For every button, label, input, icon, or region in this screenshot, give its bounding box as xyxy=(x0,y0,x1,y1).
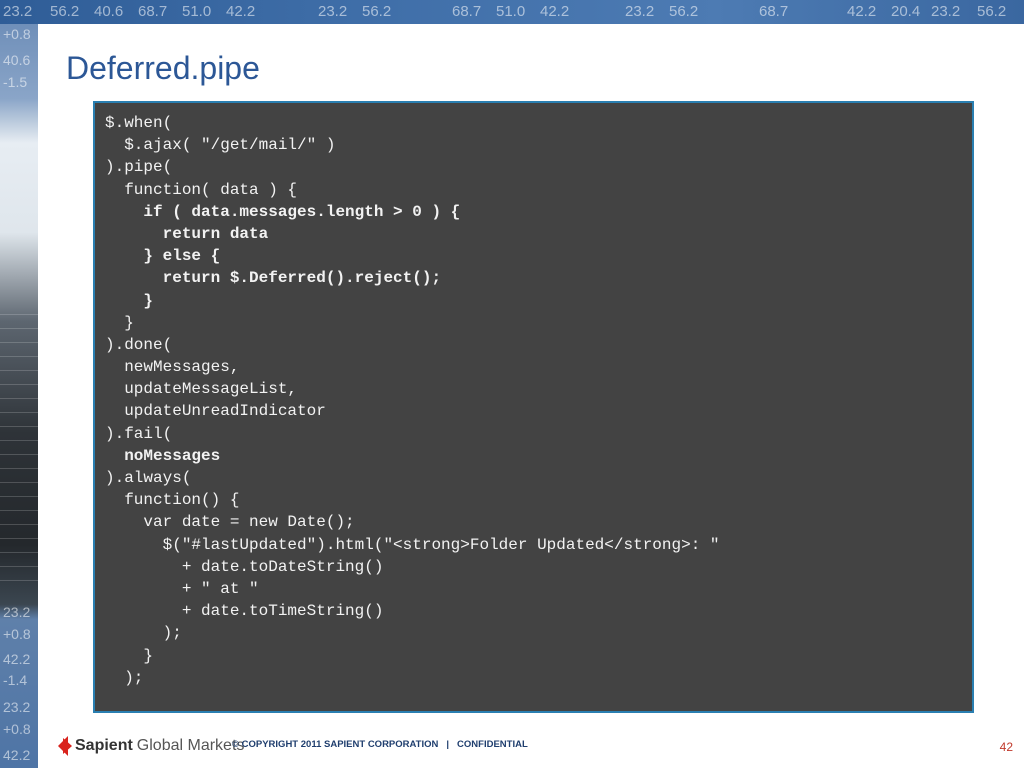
code-line: ); xyxy=(105,624,182,643)
code-line: ).fail( xyxy=(105,424,173,443)
code-line: $.ajax( "/get/mail/" ) xyxy=(105,136,336,155)
code-line: return data xyxy=(105,224,269,243)
building-window-line xyxy=(0,398,38,399)
ticker-value: 23.2 xyxy=(3,3,33,20)
footer-separator: | xyxy=(446,739,450,750)
building-window-line xyxy=(0,538,38,539)
slide-title: Deferred.pipe xyxy=(66,50,260,86)
code-line: } else { xyxy=(105,247,221,266)
confidential-text: CONFIDENTIAL xyxy=(457,739,528,750)
ticker-value: 56.2 xyxy=(50,3,80,20)
building-window-line xyxy=(0,370,38,371)
ticker-value: +0.8 xyxy=(3,26,31,42)
ticker-value: 23.2 xyxy=(625,3,655,20)
code-line: $.when( xyxy=(105,114,173,132)
building-window-line xyxy=(0,314,38,315)
building-window-line xyxy=(0,356,38,357)
building-window-line xyxy=(0,524,38,525)
ticker-value: 68.7 xyxy=(759,3,789,20)
ticker-value: 40.6 xyxy=(94,3,124,20)
sapient-logo-icon xyxy=(58,734,72,758)
page-number: 42 xyxy=(999,740,1013,754)
ticker-value: 42.2 xyxy=(3,747,31,763)
code-line: ); xyxy=(105,668,144,687)
ticker-value: 20.4 xyxy=(891,3,921,20)
building-window-line xyxy=(0,482,38,483)
ticker-value: 56.2 xyxy=(362,3,392,20)
code-line: + date.toDateString() xyxy=(105,557,384,576)
code-line: updateUnreadIndicator xyxy=(105,402,326,421)
code-line: noMessages xyxy=(105,446,221,465)
code-line: + " at " xyxy=(105,579,259,598)
code-line: return $.Deferred().reject(); xyxy=(105,269,442,288)
building-window-line xyxy=(0,384,38,385)
ticker-value: 56.2 xyxy=(669,3,699,20)
ticker-band-top: 23.2 56.2 40.6 68.7 51.0 42.2 23.2 56.2 68.7 51.0… xyxy=(0,0,1024,24)
code-line: $("#lastUpdated").html("<strong>Folder U… xyxy=(105,535,720,554)
code-line: ).done( xyxy=(105,335,173,354)
ticker-value: 68.7 xyxy=(452,3,482,20)
building-window-line xyxy=(0,496,38,497)
code-line: var date = new Date(); xyxy=(105,513,355,532)
code-block: $.when( $.ajax( "/get/mail/" ) ).pipe( fu… xyxy=(93,101,974,713)
ticker-value: 42.2 xyxy=(847,3,877,20)
building-window-line xyxy=(0,510,38,511)
ticker-value: -1.4 xyxy=(3,672,28,688)
code-line: function( data ) { xyxy=(105,180,298,199)
ticker-value: -1.5 xyxy=(3,74,28,90)
ticker-value: 68.7 xyxy=(138,3,168,20)
copyright-text: © COPYRIGHT 2011 SAPIENT CORPORATION xyxy=(232,739,439,750)
code-line: } xyxy=(105,291,154,310)
footer-copyright: © COPYRIGHT 2011 SAPIENT CORPORATION | CON… xyxy=(232,739,528,750)
sapient-logo: Sapient Global Markets xyxy=(58,733,244,759)
ticker-value: 42.2 xyxy=(3,651,31,667)
logo-secondary-text: Global Markets xyxy=(136,737,245,754)
building-window-line xyxy=(0,552,38,553)
building-window-line xyxy=(0,440,38,441)
building-window-line xyxy=(0,328,38,329)
building-window-line xyxy=(0,468,38,469)
ticker-value: +0.8 xyxy=(3,721,31,737)
ticker-value: 40.6 xyxy=(3,52,31,68)
ticker-value: 51.0 xyxy=(496,3,526,20)
code-line: function() { xyxy=(105,491,240,510)
code-line: if ( data.messages.length > 0 ) { xyxy=(105,202,461,221)
ticker-value: 23.2 xyxy=(3,604,31,620)
building-window-line xyxy=(0,566,38,567)
code-line: newMessages, xyxy=(105,358,240,377)
code-line: ).always( xyxy=(105,469,192,487)
building-window-line xyxy=(0,580,38,581)
ticker-value: 51.0 xyxy=(182,3,212,20)
code-line: } xyxy=(105,313,134,332)
code-line: updateMessageList, xyxy=(105,380,298,399)
logo-primary-text: Sapient xyxy=(75,737,133,754)
code-line: ).pipe( xyxy=(105,158,173,177)
code-line: + date.toTimeString() xyxy=(105,602,384,621)
code-line: } xyxy=(105,646,154,665)
ticker-value: 42.2 xyxy=(226,3,256,20)
ticker-value: +0.8 xyxy=(3,626,31,642)
building-window-line xyxy=(0,412,38,413)
ticker-column-left: +0.8 40.6 -1.5 23.2 +0.8 42.2 -1.4 23.2 +0.8 42.2 xyxy=(0,24,38,768)
ticker-value: 23.2 xyxy=(3,699,31,715)
building-window-line xyxy=(0,454,38,455)
building-window-line xyxy=(0,426,38,427)
ticker-value: 42.2 xyxy=(540,3,570,20)
ticker-value: 23.2 xyxy=(931,3,961,20)
ticker-value: 56.2 xyxy=(977,3,1007,20)
ticker-value: 23.2 xyxy=(318,3,348,20)
building-window-line xyxy=(0,342,38,343)
